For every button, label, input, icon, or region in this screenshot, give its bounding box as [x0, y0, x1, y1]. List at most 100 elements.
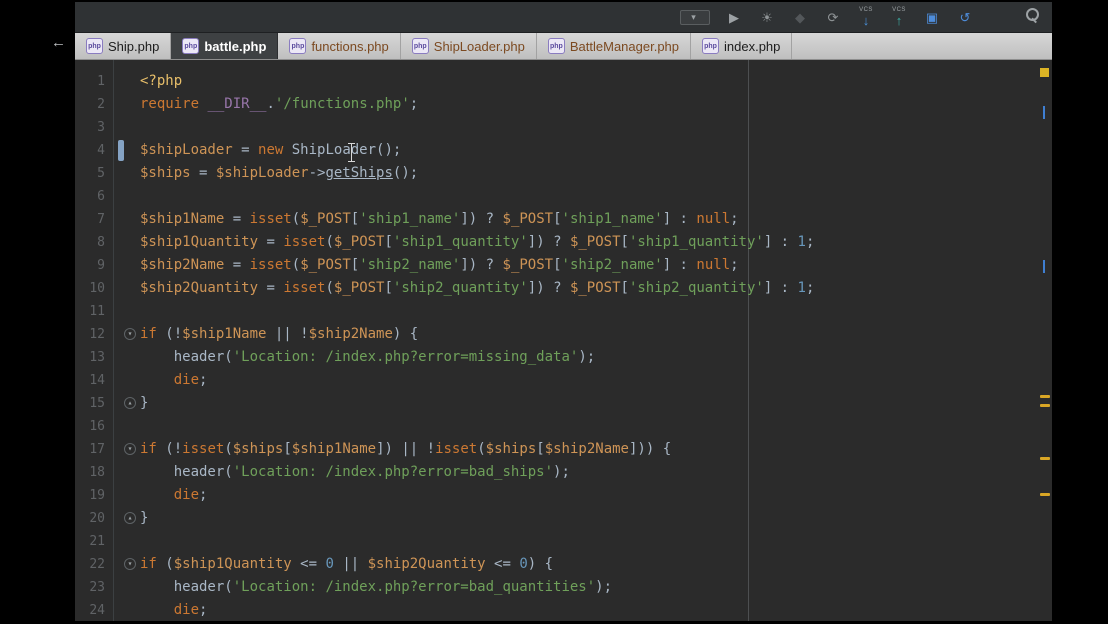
stripe-marker-warning[interactable]	[1040, 457, 1050, 460]
stripe-marker-info[interactable]	[1043, 106, 1045, 119]
code-line[interactable]: 11	[75, 300, 1038, 323]
line-number[interactable]: 3	[75, 116, 105, 139]
line-number[interactable]: 16	[75, 415, 105, 438]
code-line[interactable]: 15 ▴}	[75, 392, 1038, 415]
line-number[interactable]: 7	[75, 208, 105, 231]
rollback-icon[interactable]: ↺	[956, 5, 974, 29]
code-line[interactable]: 22 ▾ if ($ship1Quantity <= 0 || $ship2Quan…	[75, 553, 1038, 576]
line-number[interactable]: 13	[75, 346, 105, 369]
tab-functions-php[interactable]: php functions.php	[278, 33, 401, 59]
stripe-marker-info[interactable]	[1043, 260, 1045, 273]
code-text: $shipLoader = new ShipLoader();	[140, 142, 402, 158]
line-number[interactable]: 18	[75, 461, 105, 484]
code-line[interactable]: 18 header('Location: /index.php?error=ba…	[75, 461, 1038, 484]
gutter-cell	[105, 484, 140, 507]
line-number[interactable]: 24	[75, 599, 105, 621]
line-number[interactable]: 9	[75, 254, 105, 277]
code-line[interactable]: 2 require __DIR__.'/functions.php';	[75, 93, 1038, 116]
line-number[interactable]: 12	[75, 323, 105, 346]
fold-collapse-icon[interactable]: ▾	[124, 328, 136, 340]
gutter-cell	[105, 139, 140, 162]
line-number[interactable]: 21	[75, 530, 105, 553]
code-line[interactable]: 12 ▾ if (!$ship1Name || !$ship2Name) {	[75, 323, 1038, 346]
code-line[interactable]: 20 ▴}	[75, 507, 1038, 530]
code-text: require __DIR__.'/functions.php';	[140, 96, 419, 112]
back-arrow-icon[interactable]: ←	[51, 35, 66, 50]
tab-Ship-php[interactable]: php Ship.php	[75, 33, 172, 59]
line-number[interactable]: 1	[75, 70, 105, 93]
gutter-cell	[105, 116, 140, 139]
code-text: if (!$ship1Name || !$ship2Name) {	[140, 326, 419, 342]
tab-label: functions.php	[311, 38, 389, 54]
code-line[interactable]: 9 $ship2Name = isset($_POST['ship2_name']…	[75, 254, 1038, 277]
update-project-icon-glyph: ⟳	[827, 9, 839, 25]
code-line[interactable]: 16	[75, 415, 1038, 438]
changes-icon[interactable]: ▣	[923, 5, 941, 29]
code-line[interactable]: 19 die;	[75, 484, 1038, 507]
line-number[interactable]: 8	[75, 231, 105, 254]
line-number[interactable]: 22	[75, 553, 105, 576]
code-line[interactable]: 5 $ships = $shipLoader->getShips();	[75, 162, 1038, 185]
gutter-cell: ▾	[105, 438, 140, 461]
line-number[interactable]: 11	[75, 300, 105, 323]
code-text: die;	[173, 487, 208, 503]
code-line[interactable]: 1 <?php	[75, 70, 1038, 93]
code-line[interactable]: 3	[75, 116, 1038, 139]
fold-collapse-icon[interactable]: ▾	[124, 443, 136, 455]
line-number[interactable]: 10	[75, 277, 105, 300]
code-text: $ship1Quantity = isset($_POST['ship1_qua…	[140, 234, 815, 250]
gutter-cell	[105, 300, 140, 323]
code-line[interactable]: 23 header('Location: /index.php?error=ba…	[75, 576, 1038, 599]
coverage-icon[interactable]: ☀	[758, 5, 776, 29]
search-everywhere-icon[interactable]	[1022, 5, 1042, 29]
line-number[interactable]: 4	[75, 139, 105, 162]
tab-battle-php[interactable]: php battle.php	[171, 33, 279, 59]
php-file-icon: php	[547, 38, 565, 54]
line-number[interactable]: 19	[75, 484, 105, 507]
ide-window: ▾ ▶ ☀ ◆ ⟳ VCS ↓ VCS ↑ ▣ ↺ php Ship.php php battle.php…	[75, 2, 1052, 621]
vcs-update-icon[interactable]: VCS ↓	[857, 5, 875, 29]
line-number[interactable]: 6	[75, 185, 105, 208]
gutter-cell	[105, 461, 140, 484]
code-line[interactable]: 8 $ship1Quantity = isset($_POST['ship1_qu…	[75, 231, 1038, 254]
code-line[interactable]: 21	[75, 530, 1038, 553]
error-stripe[interactable]	[1038, 60, 1052, 621]
fold-expand-icon[interactable]: ▴	[124, 397, 136, 409]
line-number[interactable]: 23	[75, 576, 105, 599]
stripe-marker-square[interactable]	[1040, 68, 1049, 77]
code-line[interactable]: 4 $shipLoader = new ShipLoader();	[75, 139, 1038, 162]
code-line[interactable]: 24 die;	[75, 599, 1038, 621]
tab-index-php[interactable]: php index.php	[691, 33, 793, 59]
line-number[interactable]: 20	[75, 507, 105, 530]
tab-ShipLoader-php[interactable]: php ShipLoader.php	[401, 33, 537, 59]
line-number[interactable]: 17	[75, 438, 105, 461]
fold-expand-icon[interactable]: ▴	[124, 512, 136, 524]
code-line[interactable]: 7 $ship1Name = isset($_POST['ship1_name']…	[75, 208, 1038, 231]
line-number[interactable]: 15	[75, 392, 105, 415]
php-file-icon: php	[86, 38, 103, 54]
run-icon[interactable]: ▶	[725, 5, 743, 29]
gutter-cell	[105, 185, 140, 208]
vcs-commit-icon[interactable]: VCS ↑	[890, 5, 908, 29]
stripe-marker-warning[interactable]	[1040, 493, 1050, 496]
stripe-marker-warning[interactable]	[1040, 404, 1050, 407]
line-number[interactable]: 2	[75, 93, 105, 116]
code-lines[interactable]: 1 <?php 2 require __DIR__.'/functions.php';…	[75, 70, 1038, 621]
update-project-icon[interactable]: ⟳	[824, 5, 842, 29]
gutter-cell	[105, 576, 140, 599]
fold-collapse-icon[interactable]: ▾	[124, 558, 136, 570]
line-number[interactable]: 5	[75, 162, 105, 185]
gutter-cell	[105, 254, 140, 277]
run-configurations-dropdown[interactable]: ▾	[680, 9, 710, 25]
code-line[interactable]: 6	[75, 185, 1038, 208]
tab-BattleManager-php[interactable]: php BattleManager.php	[537, 33, 692, 59]
code-line[interactable]: 17 ▾ if (!isset($ships[$ship1Name]) || !is…	[75, 438, 1038, 461]
code-text: }	[140, 510, 149, 526]
gutter-cell	[105, 599, 140, 621]
code-line[interactable]: 10 $ship2Quantity = isset($_POST['ship2_q…	[75, 277, 1038, 300]
stripe-marker-warning[interactable]	[1040, 395, 1050, 398]
code-line[interactable]: 14 die;	[75, 369, 1038, 392]
code-line[interactable]: 13 header('Location: /index.php?error=mi…	[75, 346, 1038, 369]
profiler-icon[interactable]: ◆	[791, 5, 809, 29]
line-number[interactable]: 14	[75, 369, 105, 392]
